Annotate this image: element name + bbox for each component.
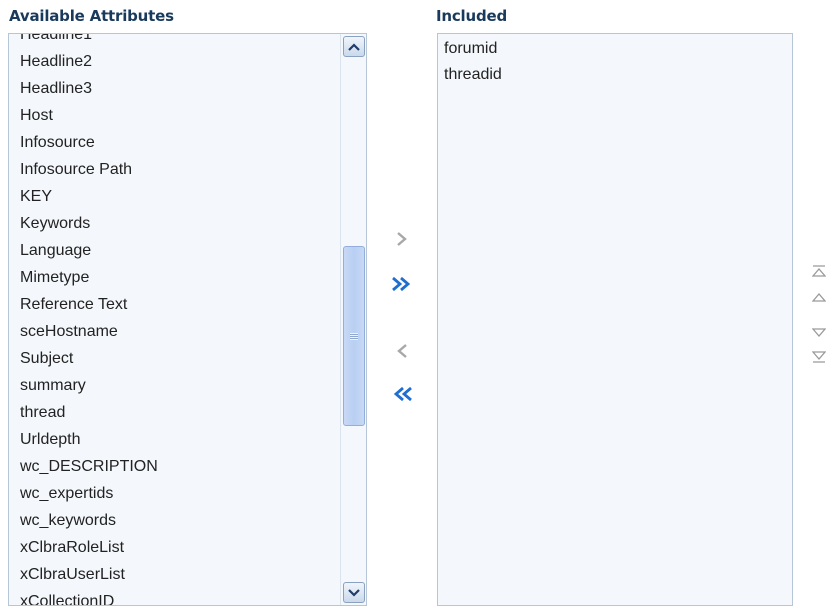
available-attribute-item[interactable]: Headline2 bbox=[9, 48, 341, 75]
available-attribute-item[interactable]: Infosource Path bbox=[9, 156, 341, 183]
remove-all-button[interactable] bbox=[390, 383, 414, 405]
move-up-button[interactable] bbox=[811, 290, 826, 304]
included-list-items: forumid threadid bbox=[438, 36, 792, 88]
available-attribute-item[interactable]: xCollectionID bbox=[9, 588, 341, 605]
available-attribute-item[interactable]: Reference Text bbox=[9, 291, 341, 318]
available-attribute-item[interactable]: Urldepth bbox=[9, 426, 341, 453]
scroll-up-arrow-icon bbox=[348, 42, 360, 51]
move-selected-button[interactable] bbox=[390, 228, 414, 250]
available-attribute-item[interactable]: Headline3 bbox=[9, 75, 341, 102]
remove-selected-button[interactable] bbox=[390, 340, 414, 362]
move-to-top-button[interactable] bbox=[811, 264, 826, 278]
available-attribute-item[interactable]: wc_expertids bbox=[9, 480, 341, 507]
included-list[interactable]: forumid threadid bbox=[437, 33, 793, 606]
double-chevron-left-icon bbox=[393, 386, 412, 402]
move-up-icon bbox=[811, 293, 826, 302]
available-attribute-item[interactable]: Language bbox=[9, 237, 341, 264]
move-to-top-icon bbox=[811, 265, 826, 277]
scroll-thumb[interactable] bbox=[343, 246, 365, 426]
available-attribute-item[interactable]: Keywords bbox=[9, 210, 341, 237]
scroll-up-button[interactable] bbox=[343, 36, 365, 57]
scroll-down-button[interactable] bbox=[343, 582, 365, 603]
available-attribute-item[interactable]: Mimetype bbox=[9, 264, 341, 291]
move-down-button[interactable] bbox=[811, 326, 826, 340]
scroll-down-arrow-icon bbox=[348, 588, 360, 597]
available-attribute-item[interactable]: summary bbox=[9, 372, 341, 399]
scroll-thumb-grip bbox=[350, 332, 358, 340]
available-attribute-item[interactable]: xClbraRoleList bbox=[9, 534, 341, 561]
available-list-viewport: Headline1 Headline2 Headline3 Host Infosourc… bbox=[9, 34, 341, 605]
available-attribute-item[interactable]: wc_keywords bbox=[9, 507, 341, 534]
move-to-bottom-icon bbox=[811, 351, 826, 363]
available-attribute-item[interactable]: wc_DESCRIPTION bbox=[9, 453, 341, 480]
available-attribute-item[interactable]: Subject bbox=[9, 345, 341, 372]
move-all-button[interactable] bbox=[390, 273, 414, 295]
move-to-bottom-button[interactable] bbox=[811, 350, 826, 364]
available-list-items: Headline1 Headline2 Headline3 Host Infosourc… bbox=[9, 34, 341, 605]
included-title: Included bbox=[436, 7, 508, 25]
available-attribute-item[interactable]: Headline1 bbox=[9, 34, 341, 48]
available-attribute-item[interactable]: thread bbox=[9, 399, 341, 426]
available-attributes-title: Available Attributes bbox=[9, 7, 174, 25]
available-attribute-item[interactable]: Host bbox=[9, 102, 341, 129]
included-attribute-item[interactable]: forumid bbox=[438, 36, 792, 62]
available-attributes-list[interactable]: Headline1 Headline2 Headline3 Host Infosourc… bbox=[8, 33, 367, 606]
included-attribute-item[interactable]: threadid bbox=[438, 62, 792, 88]
available-attribute-item[interactable]: sceHostname bbox=[9, 318, 341, 345]
single-chevron-left-icon bbox=[397, 344, 407, 358]
double-chevron-right-icon bbox=[392, 276, 411, 292]
available-attribute-item[interactable]: xClbraUserList bbox=[9, 561, 341, 588]
single-chevron-right-icon bbox=[397, 232, 407, 246]
available-list-scrollbar[interactable] bbox=[340, 34, 366, 605]
available-attribute-item[interactable]: KEY bbox=[9, 183, 341, 210]
available-attribute-item[interactable]: Infosource bbox=[9, 129, 341, 156]
move-down-icon bbox=[811, 328, 826, 337]
